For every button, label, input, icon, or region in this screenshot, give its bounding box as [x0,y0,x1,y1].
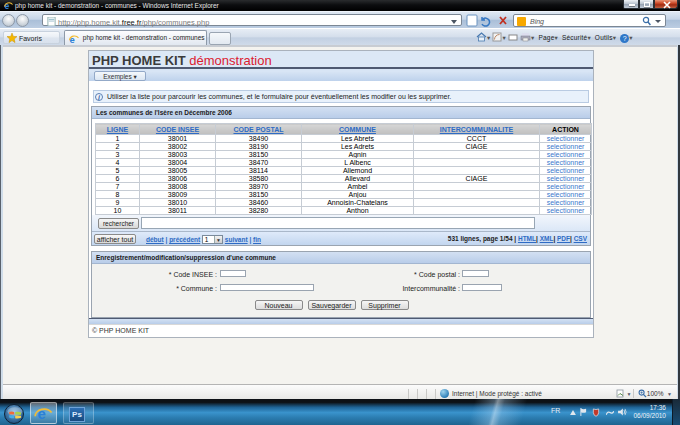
svg-text:e: e [37,405,45,422]
